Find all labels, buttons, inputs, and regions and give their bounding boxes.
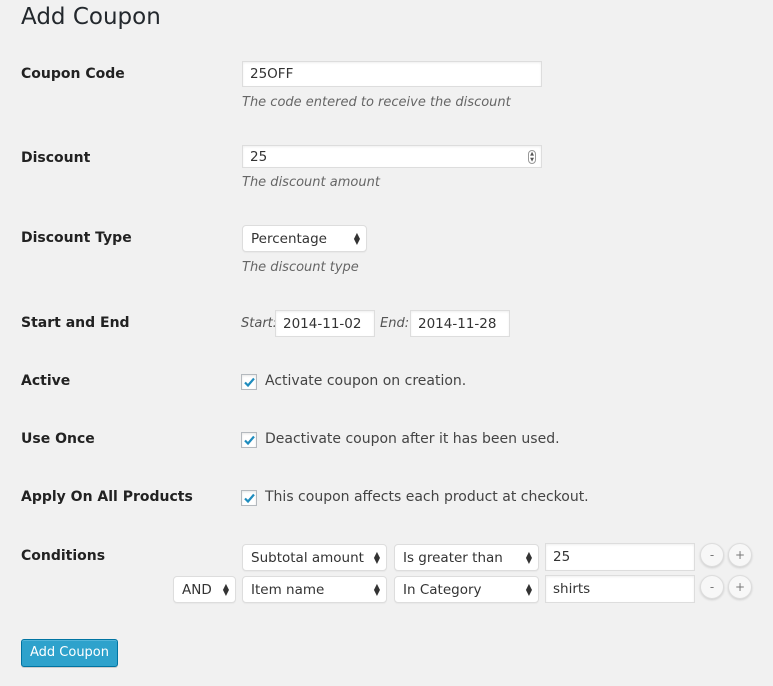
discount-type-select[interactable]: Percentage ▲ ▼: [242, 225, 367, 252]
end-label: End:: [380, 316, 410, 331]
condition-field-value: Subtotal amount: [251, 549, 364, 566]
discount-type-value: Percentage: [251, 230, 327, 247]
checkmark-icon: [244, 493, 255, 504]
discount-label: Discount: [21, 150, 91, 166]
condition-field-select[interactable]: Subtotal amount ▲ ▼: [242, 544, 387, 571]
select-arrows-icon: ▲ ▼: [373, 549, 380, 565]
start-label: Start:: [241, 316, 278, 331]
condition-logic-value: AND: [182, 581, 212, 598]
discount-type-label: Discount Type: [21, 230, 132, 246]
select-arrows-icon: ▲ ▼: [525, 549, 532, 565]
end-date-input[interactable]: [410, 310, 510, 337]
dates-label: Start and End: [21, 315, 130, 331]
condition-value-input[interactable]: [545, 575, 695, 603]
add-condition-button[interactable]: +: [728, 543, 752, 567]
checkmark-icon: [244, 377, 255, 388]
condition-field-select[interactable]: Item name ▲ ▼: [242, 576, 387, 603]
remove-condition-button[interactable]: -: [700, 543, 724, 567]
condition-operator-select[interactable]: Is greater than ▲ ▼: [394, 544, 539, 571]
apply-all-label: Apply On All Products: [21, 489, 193, 505]
active-checkbox[interactable]: [241, 374, 257, 390]
condition-operator-value: Is greater than: [403, 549, 503, 566]
select-arrows-icon: ▲ ▼: [525, 581, 532, 597]
condition-operator-select[interactable]: In Category ▲ ▼: [394, 576, 539, 603]
discount-input[interactable]: [242, 145, 542, 168]
select-arrows-icon: ▲ ▼: [353, 230, 360, 246]
discount-type-description: The discount type: [242, 260, 359, 275]
use-once-label: Use Once: [21, 431, 95, 447]
select-arrows-icon: ▲ ▼: [373, 581, 380, 597]
use-once-checkbox[interactable]: [241, 432, 257, 448]
remove-condition-button[interactable]: -: [700, 575, 724, 599]
coupon-code-label: Coupon Code: [21, 66, 125, 82]
active-label: Active: [21, 373, 71, 389]
condition-field-value: Item name: [251, 581, 325, 598]
apply-all-checkbox-label: This coupon affects each product at chec…: [265, 489, 589, 505]
discount-description: The discount amount: [242, 175, 380, 190]
apply-all-checkbox[interactable]: [241, 490, 257, 506]
add-condition-button[interactable]: +: [728, 575, 752, 599]
select-arrows-icon: ▲ ▼: [222, 581, 229, 597]
condition-operator-value: In Category: [403, 581, 482, 598]
conditions-label: Conditions: [21, 548, 106, 564]
use-once-checkbox-label: Deactivate coupon after it has been used…: [265, 431, 560, 447]
coupon-code-description: The code entered to receive the discount: [242, 95, 511, 110]
active-checkbox-label: Activate coupon on creation.: [265, 373, 467, 389]
number-spinner-icon[interactable]: ▲ ▼: [528, 149, 536, 164]
start-date-input[interactable]: [275, 310, 375, 337]
condition-value-input[interactable]: [545, 543, 695, 571]
condition-logic-select[interactable]: AND ▲ ▼: [173, 576, 236, 603]
page-title: Add Coupon: [21, 4, 161, 30]
coupon-code-input[interactable]: [242, 61, 542, 87]
add-coupon-button[interactable]: Add Coupon: [21, 639, 118, 667]
discount-field[interactable]: ▲▼: [242, 145, 542, 168]
checkmark-icon: [244, 435, 255, 446]
